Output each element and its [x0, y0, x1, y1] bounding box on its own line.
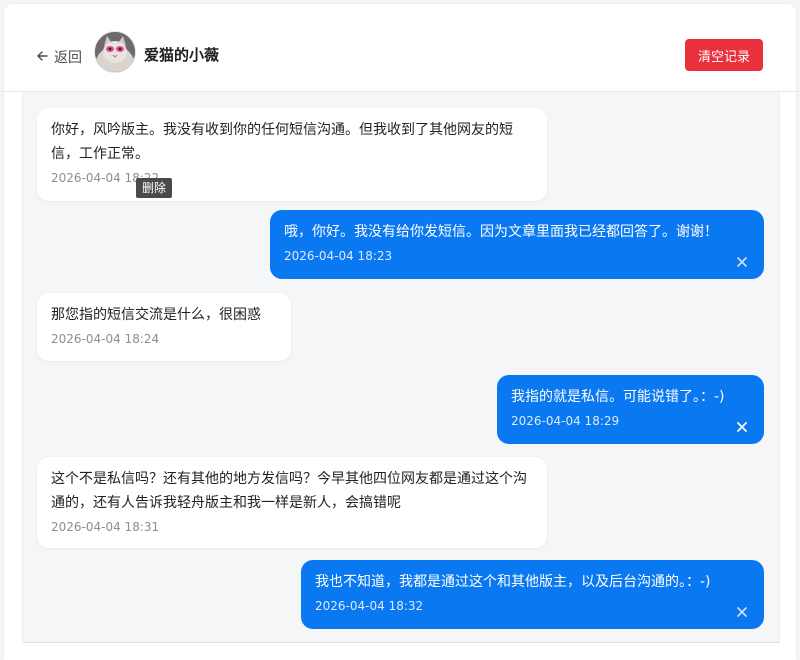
back-button[interactable]: 返回 — [36, 47, 82, 67]
delete-tooltip: 删除 — [136, 178, 173, 198]
message-time: 2026-04-04 18:31 — [51, 520, 160, 534]
message-text: 我也不知道，我都是通过这个和其他版主，以及后台沟通的。：-) — [315, 574, 711, 590]
close-icon[interactable] — [736, 253, 748, 267]
message-incoming: 这个不是私信吗？还有其他的地方发信吗？今早其他四位网友都是通过这个沟通的，还有人… — [37, 457, 547, 548]
app-frame: 返回 爱猫的小薇 清空记录 你好，风吟版主。我没有收到你的任何短信沟通。但我收到… — [0, 0, 800, 660]
message-list[interactable]: 你好，风吟版主。我没有收到你的任何短信沟通。但我收到了其他网友的短信，工作正常。… — [22, 92, 780, 643]
message-outgoing: 我也不知道，我都是通过这个和其他版主，以及后台沟通的。：-) 2026-04-0… — [301, 560, 764, 629]
chat-window: 返回 爱猫的小薇 清空记录 你好，风吟版主。我没有收到你的任何短信沟通。但我收到… — [4, 4, 796, 660]
cat-avatar-image — [95, 32, 135, 72]
back-label: 返回 — [54, 50, 82, 66]
message-time: 2026-04-04 18:23 — [284, 249, 393, 263]
message-time: 2026-04-04 18:29 — [511, 414, 620, 428]
message-text: 我指的就是私信。可能说错了。：-) — [511, 389, 725, 405]
clear-history-button[interactable]: 清空记录 — [685, 39, 763, 71]
message-text: 哦，你好。我没有给你发短信。因为文章里面我已经都回答了。谢谢！ — [284, 224, 718, 240]
message-incoming: 你好，风吟版主。我没有收到你的任何短信沟通。但我收到了其他网友的短信，工作正常。… — [37, 108, 547, 201]
close-icon[interactable] — [736, 418, 748, 432]
contact-name: 爱猫的小薇 — [144, 46, 220, 64]
avatar[interactable] — [94, 31, 136, 73]
message-time: 2026-04-04 18:22 — [51, 171, 160, 185]
message-text: 那您指的短信交流是什么，很困惑 — [51, 307, 261, 323]
arrow-left-icon — [36, 50, 48, 65]
message-incoming: 那您指的短信交流是什么，很困惑 2026-04-04 18:24 — [37, 293, 291, 361]
message-outgoing: 我指的就是私信。可能说错了。：-) 2026-04-04 18:29 — [497, 375, 764, 444]
message-time: 2026-04-04 18:32 — [315, 599, 424, 613]
close-icon[interactable] — [736, 603, 748, 617]
message-outgoing: 哦，你好。我没有给你发短信。因为文章里面我已经都回答了。谢谢！ 2026-04-… — [270, 210, 764, 279]
message-time: 2026-04-04 18:24 — [51, 332, 160, 346]
message-text: 你好，风吟版主。我没有收到你的任何短信沟通。但我收到了其他网友的短信，工作正常。 — [51, 122, 513, 162]
chat-header: 返回 爱猫的小薇 清空记录 — [4, 4, 796, 92]
message-text: 这个不是私信吗？还有其他的地方发信吗？今早其他四位网友都是通过这个沟通的，还有人… — [51, 471, 527, 511]
